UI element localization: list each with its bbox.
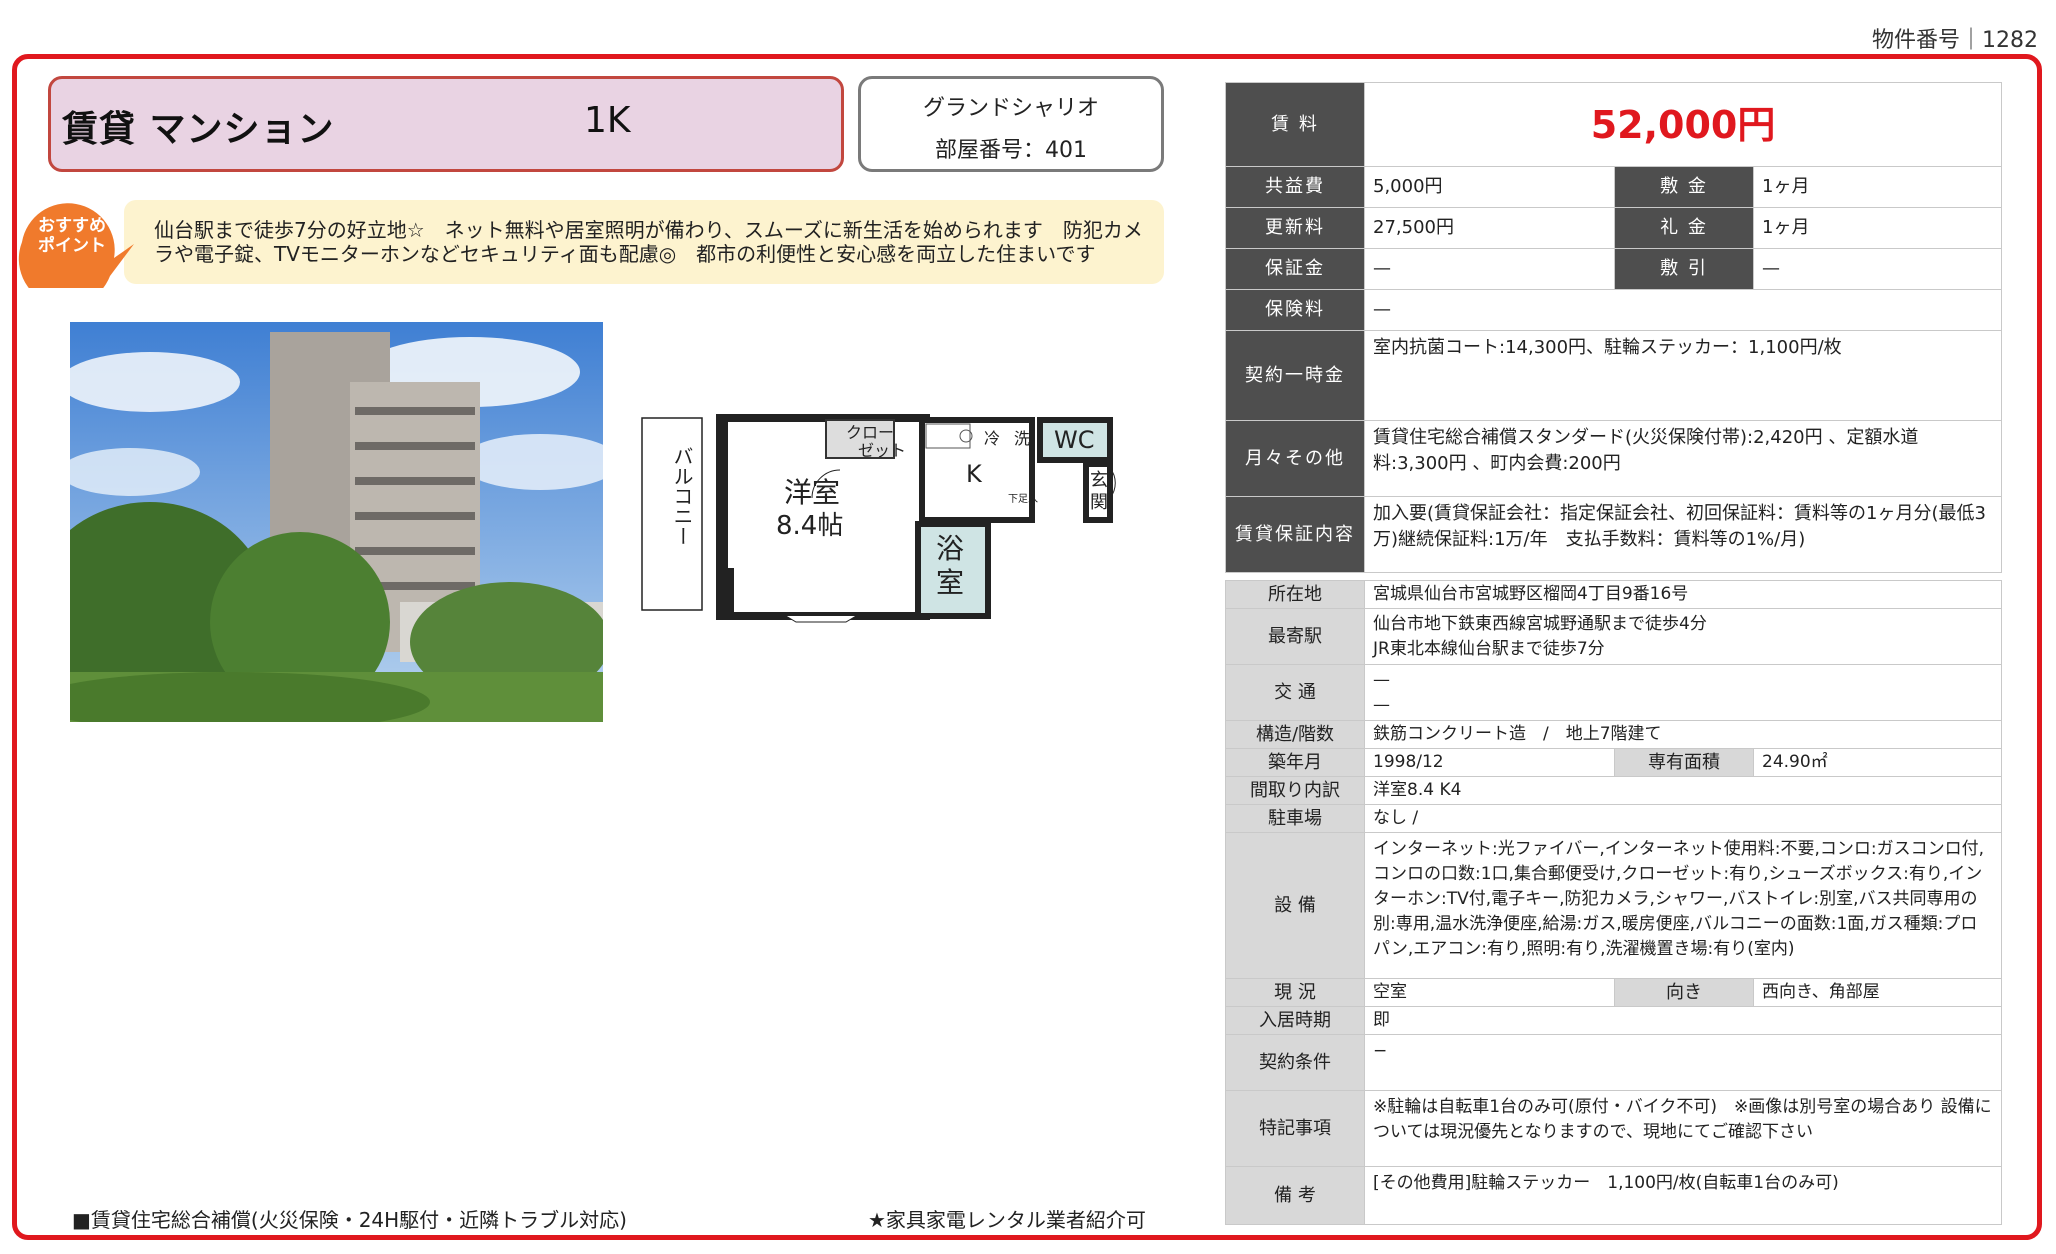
deduction-label: 敷 引: [1614, 248, 1754, 290]
deposit-value: 1ヶ月: [1752, 166, 2003, 208]
plan-room-size: 8.4帖: [776, 511, 843, 541]
address-label: 所在地: [1225, 580, 1365, 609]
insurance-label: 保険料: [1225, 289, 1365, 331]
common-fee-value: 5,000円: [1364, 166, 1615, 208]
guarantor-label: 賃貸保証内容: [1225, 496, 1365, 573]
plan-bath-1: 浴: [936, 532, 964, 565]
insurance-value: —: [1363, 289, 2003, 331]
equipment-value: インターネット:光ファイバー,インターネット使用料:不要,コンロ:ガスコンロ付,…: [1363, 832, 2003, 979]
detail-table: 所在地 宮城県仙台市宮城野区榴岡4丁目9番16号 最寄駅 仙台市地下鉄東西線宮城…: [1225, 580, 2003, 1225]
plan-shoes: 下足入: [1008, 493, 1038, 505]
rent-value: 52,000円: [1363, 82, 2003, 167]
traffic-label: 交 通: [1225, 664, 1365, 721]
plan-closet-1: クロー: [846, 423, 894, 442]
footer-insurance: ■賃貸住宅総合補償(火災保険・24H駆付・近隣トラブル対応): [72, 1208, 627, 1232]
plan-room-name: 洋室: [784, 476, 840, 509]
onetime-value: 室内抗菌コート:14,300円、駐輪ステッカー：1,100円/枚: [1363, 330, 2003, 421]
remarks-label: 備 考: [1225, 1166, 1365, 1225]
monthly-label: 月々その他: [1225, 420, 1365, 497]
plan-kitchen: K: [966, 460, 983, 488]
direction-value: 西向き、角部屋: [1752, 978, 2003, 1007]
station-2: JR東北本線仙台駅まで徒歩7分: [1373, 638, 1605, 659]
equipment-label: 設 備: [1225, 832, 1365, 979]
structure-label: 構造/階数: [1225, 720, 1365, 749]
parking-value: なし /: [1363, 804, 2003, 833]
plan-fridge: 冷: [984, 429, 1000, 448]
footer-rental: ★家具家電レンタル業者紹介可: [868, 1208, 1146, 1232]
common-fee-label: 共益費: [1225, 166, 1365, 208]
plan-bath-2: 室: [936, 566, 964, 599]
room-number: 部屋番号：401: [935, 138, 1087, 163]
direction-label: 向き: [1614, 978, 1754, 1007]
recommend-badge: おすすめ ポイント: [28, 216, 116, 256]
movein-label: 入居時期: [1225, 1006, 1365, 1035]
traffic-1: —: [1373, 669, 1390, 690]
property-number: 物件番号｜1282: [1872, 28, 2038, 53]
movein-value: 即: [1363, 1006, 2003, 1035]
onetime-label: 契約一時金: [1225, 330, 1365, 421]
recommend-badge-line2: ポイント: [38, 236, 106, 256]
plan-wc: WC: [1054, 426, 1095, 454]
structure-value: 鉄筋コンクリート造 / 地上7階建て: [1363, 720, 2003, 749]
status-value: 空室: [1364, 978, 1615, 1007]
rent-label: 賃 料: [1225, 82, 1365, 167]
conditions-value: −: [1363, 1034, 2003, 1091]
key-money-label: 礼 金: [1614, 207, 1754, 249]
fee-table: 賃 料 52,000円 共益費 5,000円 敷 金 1ヶ月 更新料 27,50…: [1225, 82, 2003, 573]
recommend-text: 仙台駅まで徒歩7分の好立地☆ ネット無料や居室照明が備わり、スムーズに新生活を始…: [154, 218, 1143, 266]
deduction-value: —: [1752, 248, 2003, 290]
remarks-value: [その他費用]駐輪ステッカー 1,100円/枚(自転車1台のみ可): [1363, 1166, 2003, 1225]
plan-closet-2: ゼット: [858, 441, 906, 460]
building-photo: [70, 322, 603, 722]
plan-entrance-2: 関: [1090, 492, 1108, 513]
notes-value: ※駐輪は自転車1台のみ可(原付・バイク不可) ※画像は別号室の場合あり 設備につ…: [1363, 1090, 2003, 1167]
property-type: 賃貸 マンション: [62, 109, 335, 150]
notes-label: 特記事項: [1225, 1090, 1365, 1167]
renewal-value: 27,500円: [1364, 207, 1615, 249]
address-value: 宮城県仙台市宮城野区榴岡4丁目9番16号: [1363, 580, 2003, 609]
renewal-label: 更新料: [1225, 207, 1365, 249]
layout-value: 洋室8.4 K4: [1363, 776, 2003, 805]
built-value: 1998/12: [1364, 748, 1615, 777]
plan-entrance-1: 玄: [1090, 470, 1108, 491]
area-label: 専有面積: [1614, 748, 1754, 777]
floor-plan: バルコニー クロー ゼット 洋室 8.4帖 K 冷 洗 WC 玄 関 浴 室 下…: [641, 414, 1116, 623]
deposit-label: 敷 金: [1614, 166, 1754, 208]
area-value: 24.90㎡: [1752, 748, 2003, 777]
recommend-badge-line1: おすすめ: [38, 216, 106, 236]
plan-balcony: バルコニー: [670, 446, 694, 546]
key-money-value: 1ヶ月: [1752, 207, 2003, 249]
guarantee-value: —: [1364, 248, 1615, 290]
parking-label: 駐車場: [1225, 804, 1365, 833]
plan-washer: 洗: [1014, 429, 1030, 448]
monthly-value: 賃貸住宅総合補償スタンダード(火災保険付帯):2,420円 、定額水道料:3,3…: [1363, 420, 2003, 497]
conditions-label: 契約条件: [1225, 1034, 1365, 1091]
building-name: グランドシャリオ: [922, 96, 1099, 121]
traffic-2: —: [1373, 694, 1390, 715]
station-1: 仙台市地下鉄東西線宮城野通駅まで徒歩4分: [1373, 613, 1707, 634]
layout-type: 1K: [584, 100, 631, 141]
guarantor-value: 加入要(賃貸保証会社：指定保証会社、初回保証料：賃料等の1ヶ月分(最低3万)継続…: [1363, 496, 2003, 573]
built-label: 築年月: [1225, 748, 1365, 777]
guarantee-label: 保証金: [1225, 248, 1365, 290]
station-label: 最寄駅: [1225, 608, 1365, 665]
status-label: 現 況: [1225, 978, 1365, 1007]
layout-label: 間取り内訳: [1225, 776, 1365, 805]
